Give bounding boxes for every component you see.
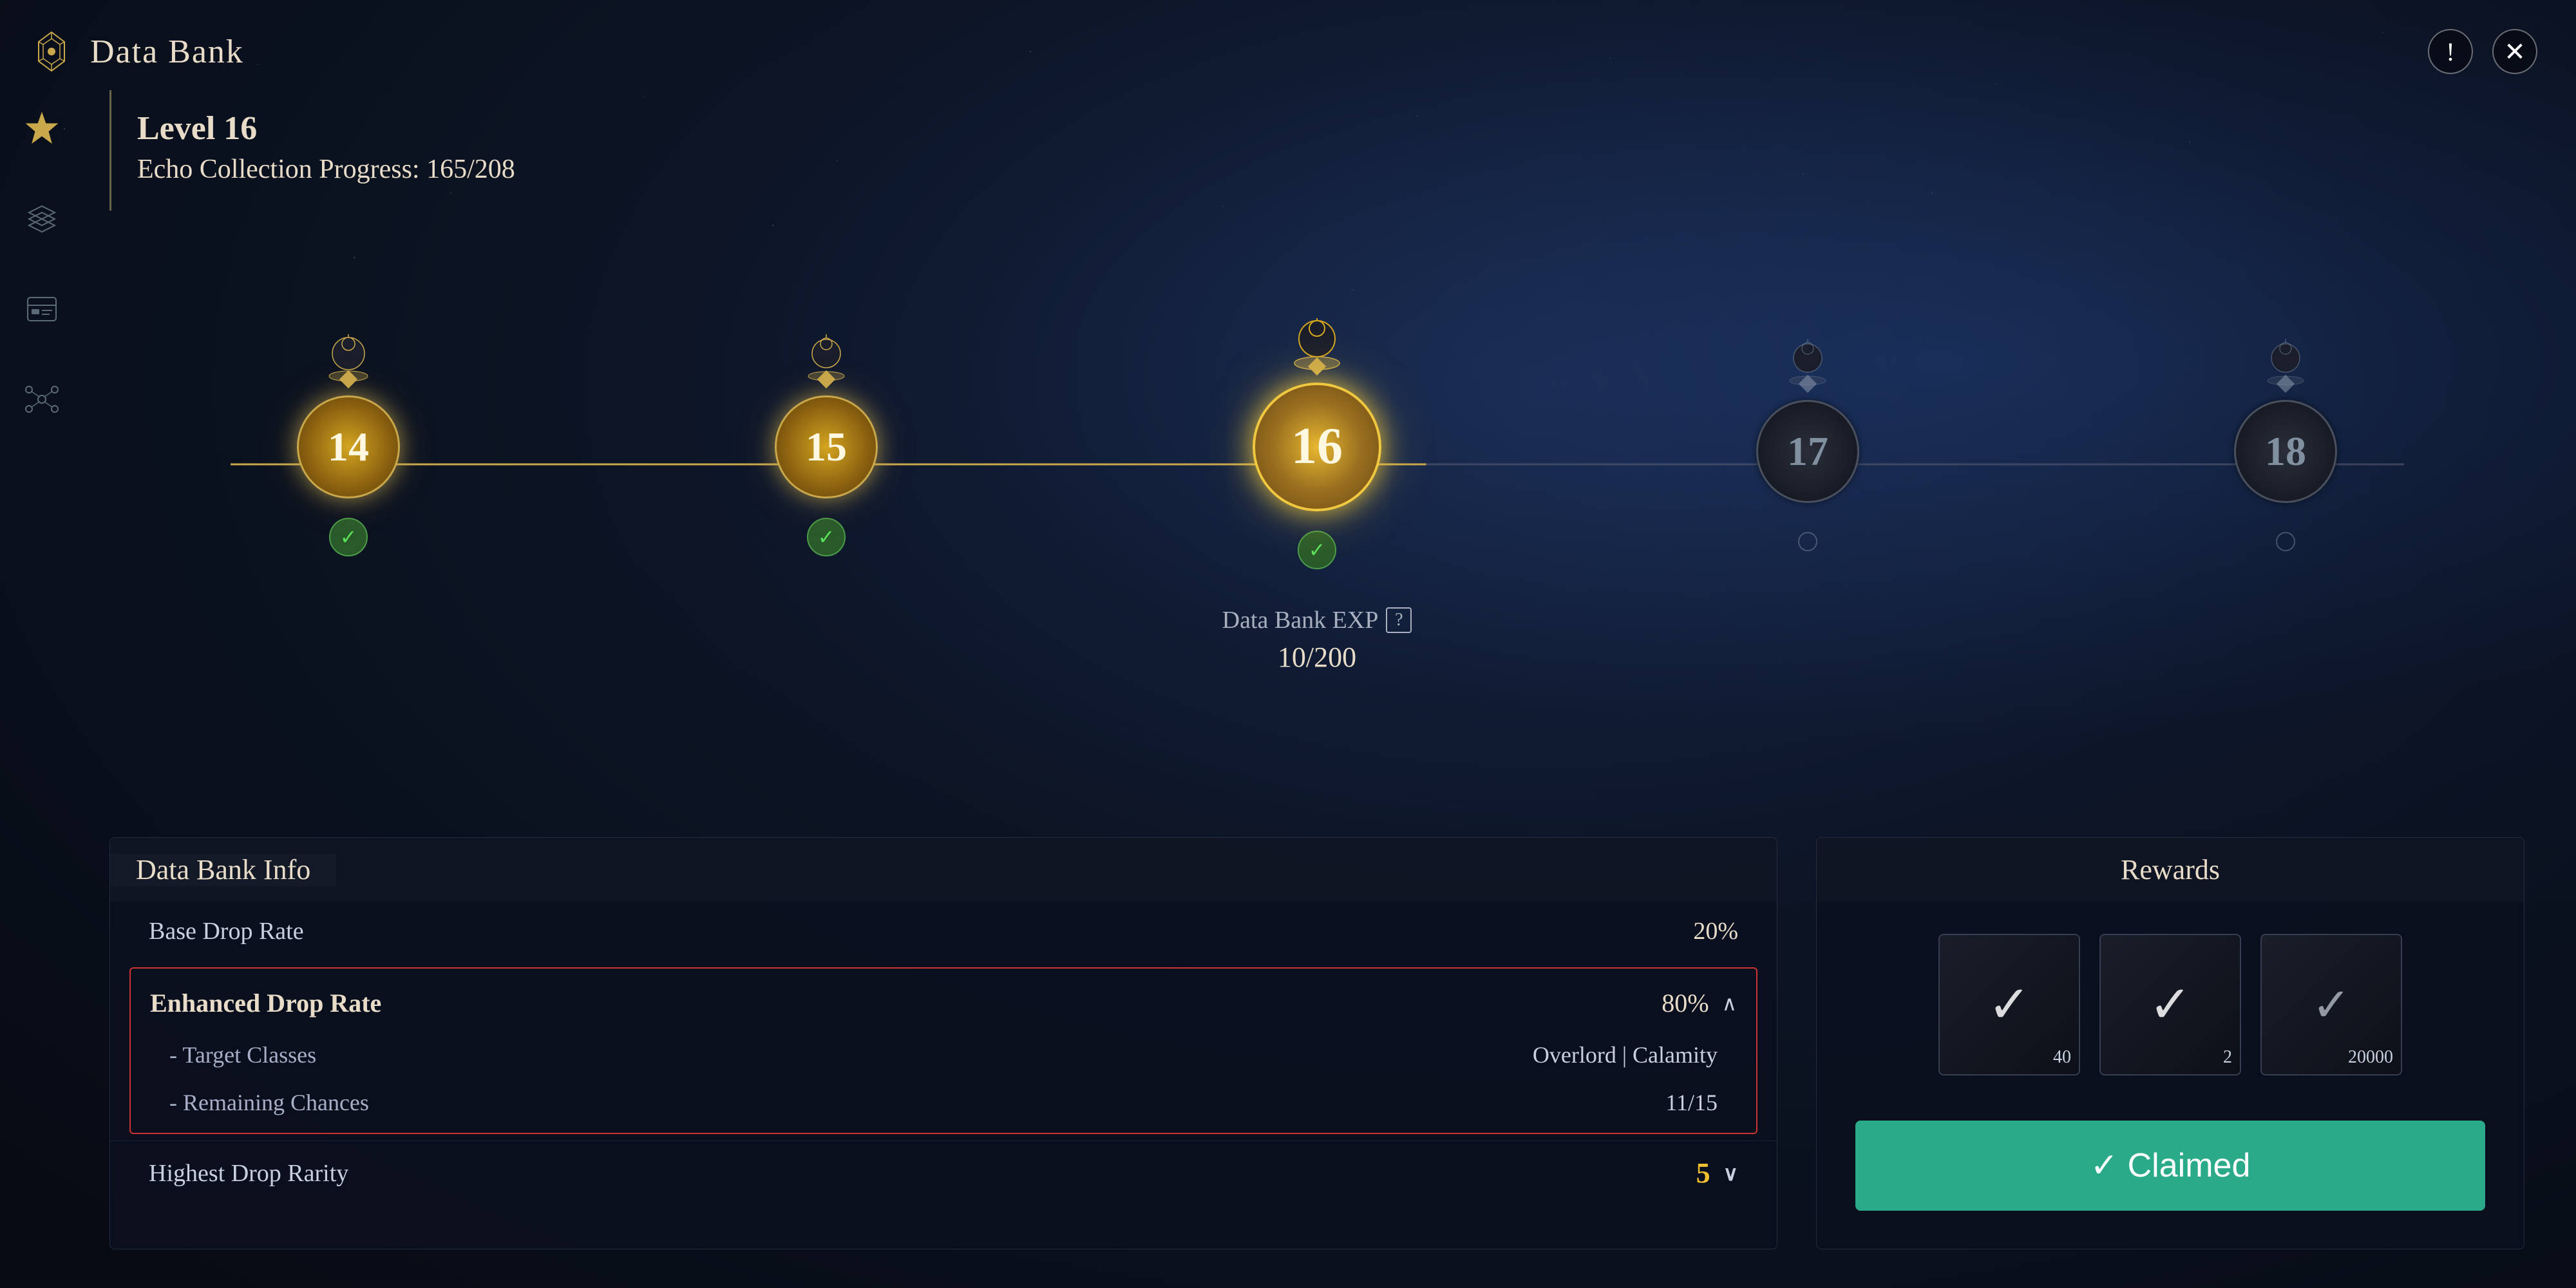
collection-progress: Echo Collection Progress: 165/208 [137, 154, 2524, 185]
rewards-panel: Rewards ✓ 40 ✓ [1816, 837, 2524, 1249]
sidebar [0, 77, 84, 1288]
reward-3-check-icon: ✓ [2312, 978, 2351, 1032]
chevron-up-icon: ∧ [1722, 991, 1737, 1016]
remaining-chances-label: - Remaining Chances [169, 1089, 369, 1116]
remaining-chances-row: - Remaining Chances 11/15 [131, 1079, 1756, 1126]
reward-item-2-inner: ✓ [2101, 935, 2240, 1074]
target-classes-label: - Target Classes [169, 1041, 316, 1068]
header-actions: ! ✕ [2428, 29, 2537, 74]
header: Data Bank ! ✕ [0, 0, 2576, 77]
sidebar-item-star[interactable] [16, 103, 68, 155]
level-info: Level 16 Echo Collection Progress: 165/2… [109, 90, 2524, 211]
milestone-18[interactable]: 18 [2234, 377, 2337, 551]
exp-question-icon[interactable]: ? [1386, 607, 1412, 633]
milestone-track: 14 ✓ [109, 336, 2524, 593]
enhanced-drop-rate-value: 80% ∧ [1662, 988, 1737, 1018]
rewards-panel-title: Rewards [1817, 853, 2524, 886]
info-panel-header: Data Bank Info [110, 838, 1777, 902]
highest-drop-rarity-row: Highest Drop Rarity 5 ∨ [110, 1141, 1777, 1205]
milestone-15-check: ✓ [807, 518, 846, 556]
bottom-section: Data Bank Info Base Drop Rate 20% Enhanc… [109, 837, 2524, 1288]
app-icon [26, 26, 77, 77]
milestone-14-check: ✓ [329, 518, 368, 556]
milestone-18-dot [2276, 532, 2295, 551]
target-classes-value: Overlord | Calamity [1533, 1041, 1718, 1068]
milestone-17[interactable]: 17 [1756, 377, 1859, 551]
rewards-items: ✓ 40 ✓ 2 [1817, 902, 2524, 1101]
close-button[interactable]: ✕ [2492, 29, 2537, 74]
main-container: Data Bank ! ✕ [0, 0, 2576, 1288]
milestones: 14 ✓ [109, 360, 2524, 569]
level-title: Level 16 [137, 109, 2524, 147]
sidebar-item-layers[interactable] [16, 193, 68, 245]
milestone-16-orb[interactable]: 16 [1253, 383, 1381, 511]
exp-label: Data Bank EXP ? [109, 606, 2524, 634]
app-title: Data Bank [90, 33, 244, 71]
remaining-chances-value: 11/15 [1665, 1089, 1718, 1116]
sidebar-item-card[interactable] [16, 283, 68, 335]
milestone-15-orb[interactable]: 15 [775, 395, 878, 498]
enhanced-drop-rate-row: Enhanced Drop Rate 80% ∧ [131, 975, 1756, 1031]
reward-item-1: ✓ 40 [1938, 934, 2080, 1075]
milestone-17-orb[interactable]: 17 [1756, 400, 1859, 503]
milestone-14-orb[interactable]: 14 [297, 395, 400, 498]
milestone-16[interactable]: 16 ✓ [1253, 360, 1381, 569]
enhanced-drop-rate-label: Enhanced Drop Rate [150, 988, 381, 1018]
rewards-panel-header: Rewards [1817, 838, 2524, 902]
milestone-15[interactable]: 15 ✓ [775, 373, 878, 556]
claimed-button[interactable]: ✓ Claimed [1855, 1121, 2485, 1211]
milestone-18-orb[interactable]: 18 [2234, 400, 2337, 503]
progress-section: 14 ✓ [109, 211, 2524, 837]
reward-item-3: ✓ 20000 [2260, 934, 2402, 1075]
sidebar-item-network[interactable] [16, 374, 68, 425]
reward-3-count: 20000 [2348, 1047, 2393, 1068]
exp-section: Data Bank EXP ? 10/200 [109, 606, 2524, 674]
reward-1-check-icon: ✓ [1987, 974, 2031, 1035]
reward-item-2: ✓ 2 [2099, 934, 2241, 1075]
base-drop-rate-row: Base Drop Rate 20% [110, 902, 1777, 961]
enhanced-drop-rate-container: Enhanced Drop Rate 80% ∧ - Target Classe… [129, 967, 1757, 1134]
milestone-14[interactable]: 14 ✓ [297, 373, 400, 556]
target-classes-row: - Target Classes Overlord | Calamity [131, 1031, 1756, 1079]
reward-2-count: 2 [2223, 1047, 2232, 1068]
main-content: Level 16 Echo Collection Progress: 165/2… [84, 77, 2576, 1288]
highest-drop-rarity-label: Highest Drop Rarity [149, 1159, 348, 1188]
chevron-down-icon: ∨ [1723, 1161, 1738, 1186]
highest-drop-rarity-value: 5 ∨ [1696, 1157, 1738, 1189]
base-drop-rate-label: Base Drop Rate [149, 917, 304, 945]
milestone-17-dot [1798, 532, 1817, 551]
content-area: Level 16 Echo Collection Progress: 165/2… [0, 77, 2576, 1288]
milestone-16-check: ✓ [1298, 531, 1336, 569]
reward-1-count: 40 [2053, 1047, 2071, 1068]
reward-2-check-icon: ✓ [2148, 974, 2192, 1035]
info-panel-title: Data Bank Info [110, 853, 336, 886]
info-button[interactable]: ! [2428, 29, 2473, 74]
exp-value: 10/200 [109, 641, 2524, 674]
info-panel: Data Bank Info Base Drop Rate 20% Enhanc… [109, 837, 1777, 1249]
base-drop-rate-value: 20% [1693, 917, 1738, 945]
